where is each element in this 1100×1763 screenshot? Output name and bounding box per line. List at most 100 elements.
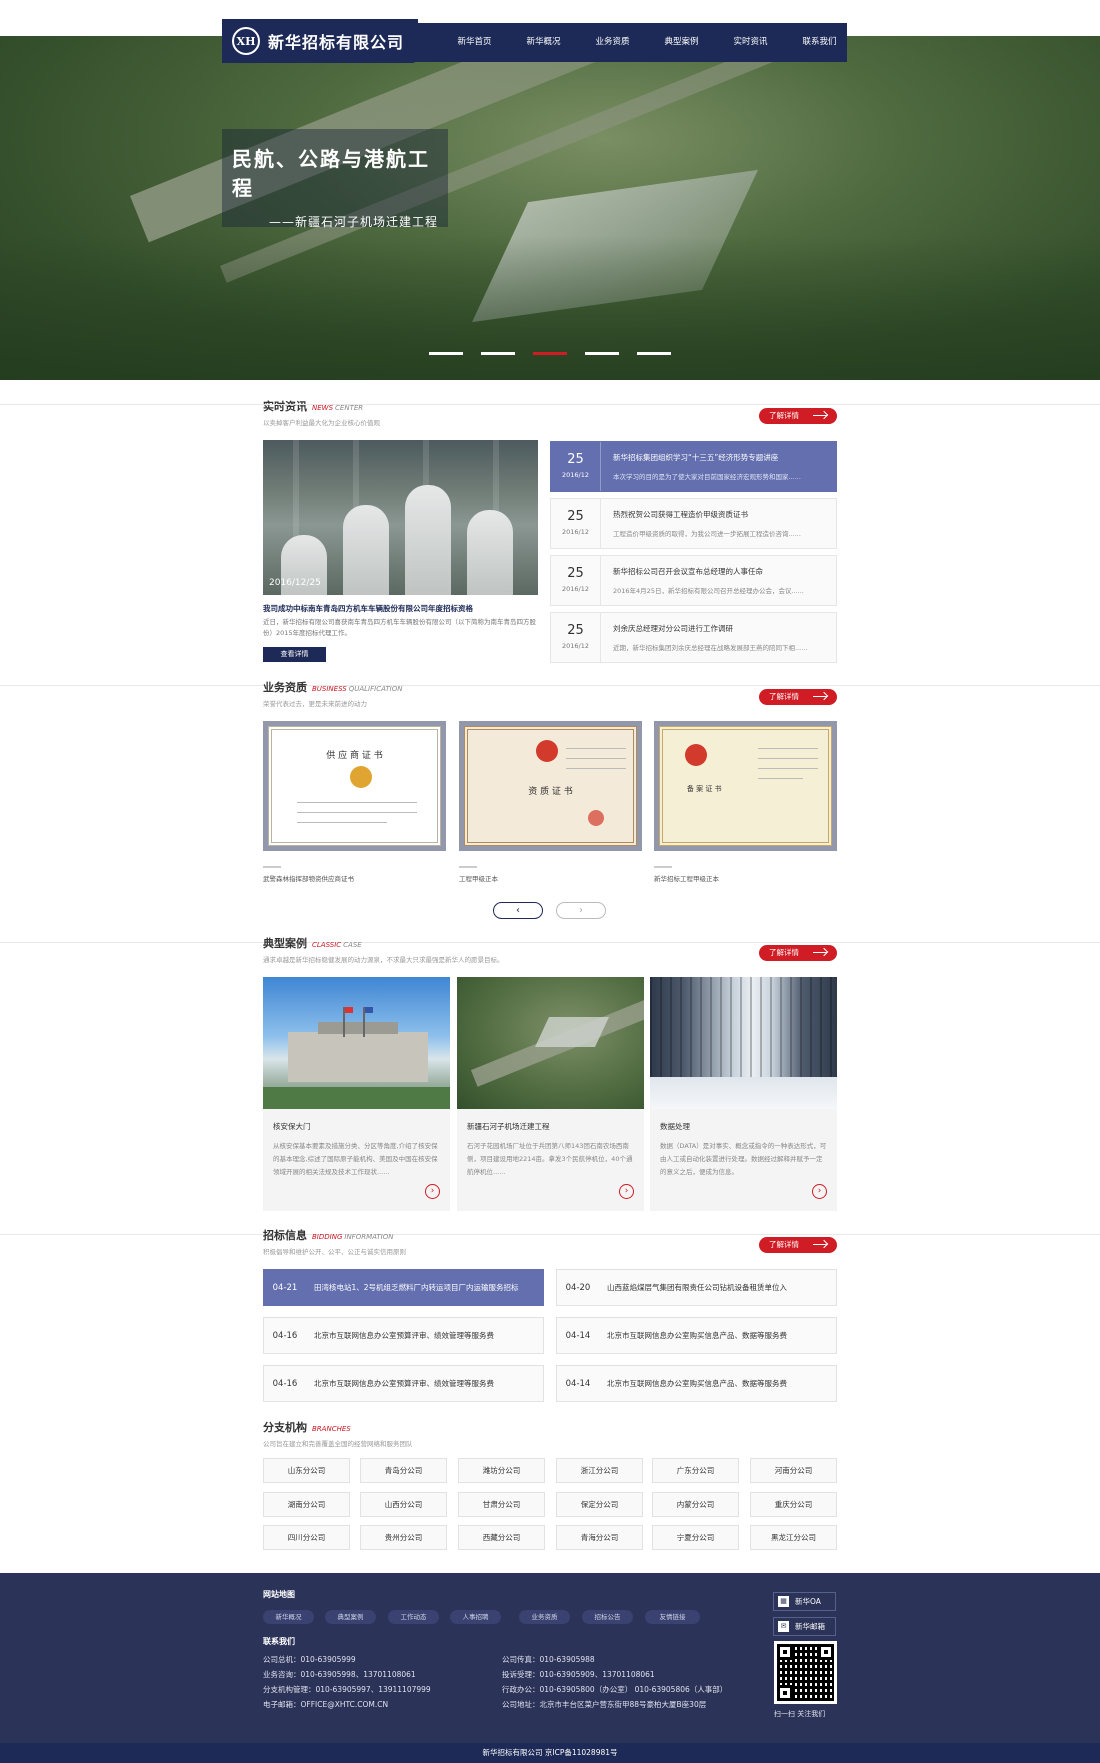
cert-caption: 新华招标工程甲级正本 (654, 875, 719, 883)
nav-news[interactable]: 实时资讯 (716, 23, 785, 62)
hero-caption: 民航、公路与港航工程 ——新疆石河子机场迁建工程 (222, 129, 448, 229)
nav-about[interactable]: 新华概况 (509, 23, 578, 62)
chevron-left-icon: ‹ (516, 905, 520, 916)
qual-more-button[interactable]: 了解详情 (759, 689, 837, 705)
slider-dot-2[interactable] (481, 352, 515, 355)
qual-section-head: 业务资质 BUSINESS QUALIFICATION 荣誉代表过去，更是未来前进的… (263, 679, 837, 708)
footer-link[interactable]: 招标公告 (582, 1610, 633, 1624)
nav-cases[interactable]: 典型案例 (647, 23, 716, 62)
cert-title: 备 案 证 书 (686, 785, 722, 793)
contact-address: 公司地址：北京市丰台区菜户营东街甲88号豪柏大厦B座30层 (502, 1700, 707, 1709)
cases-more-button[interactable]: 了解详情 (759, 945, 837, 961)
case-title: 新疆石河子机场迁建工程 (467, 1122, 550, 1131)
case-card[interactable]: 新疆石河子机场迁建工程 石河子花园机场厂址位于兵团第八师143团石南农场西南侧，… (457, 977, 644, 1211)
contact-line: 公司传真：010-63905988 (502, 1655, 595, 1664)
cert-card[interactable]: 备 案 证 书 (654, 721, 837, 851)
case-summary: 石河子花园机场厂址位于兵团第八师143团石南农场西南侧，项目建设用地2214亩。… (467, 1142, 633, 1176)
cert-caption: 武警森林指挥部物资供应商证书 (263, 875, 354, 883)
footer-link[interactable]: 人事招聘 (450, 1610, 501, 1624)
branch-item[interactable]: 四川分公司 (263, 1525, 350, 1550)
qr-caption: 扫一扫 关注我们 (774, 1710, 826, 1718)
logo[interactable]: XH 新华招标有限公司 (222, 19, 418, 63)
branch-item[interactable]: 贵州分公司 (360, 1525, 447, 1550)
windows-icon: ▦ (778, 1596, 789, 1607)
branch-item[interactable]: 湖南分公司 (263, 1492, 350, 1517)
branch-item[interactable]: 青海分公司 (556, 1525, 643, 1550)
arrow-right-icon[interactable]: › (812, 1184, 827, 1199)
bidding-item[interactable]: 04-16 北京市互联网信息办公室预算评审、绩效管理等服务费 (263, 1365, 544, 1402)
cert-next-button[interactable]: › (556, 902, 606, 919)
branch-item[interactable]: 浙江分公司 (556, 1458, 643, 1483)
cert-prev-button[interactable]: ‹ (493, 902, 543, 919)
footer-link[interactable]: 新华概况 (263, 1610, 314, 1624)
cert-card[interactable]: 资 质 证 书 (459, 721, 642, 851)
cert-underline (459, 866, 477, 868)
branch-item[interactable]: 甘肃分公司 (458, 1492, 545, 1517)
bidding-item[interactable]: 04-14 北京市互联网信息办公室购买信息产品、数据等服务费 (556, 1365, 837, 1402)
oa-button[interactable]: ▦ 新华OA (773, 1592, 836, 1611)
slider-dot-1[interactable] (429, 352, 463, 355)
bidding-item[interactable]: 04-21 田湾核电站1、2号机组乏燃料厂内转运项目厂内运输服务招标 (263, 1269, 544, 1306)
news-featured-date: 2016/12/25 (269, 578, 321, 588)
sitemap-title: 网站地图 (263, 1590, 295, 1599)
hero-title: 民航、公路与港航工程 (232, 147, 430, 200)
footer-link[interactable]: 典型案例 (325, 1610, 376, 1624)
news-item[interactable]: 25 2016/12 刘余庆总经理对分公司进行工作调研 近期，新华招标集团刘余庆总经… (550, 612, 837, 663)
news-item[interactable]: 25 2016/12 热烈祝贺公司获得工程造价甲级资质证书 工程造价甲级资质的取得，… (550, 498, 837, 549)
branch-item[interactable]: 广东分公司 (652, 1458, 739, 1483)
branch-item[interactable]: 山东分公司 (263, 1458, 350, 1483)
nav-contact[interactable]: 联系我们 (785, 23, 854, 62)
branch-item[interactable]: 重庆分公司 (750, 1492, 837, 1517)
branch-item[interactable]: 河南分公司 (750, 1458, 837, 1483)
bidding-item[interactable]: 04-14 北京市互联网信息办公室购买信息产品、数据等服务费 (556, 1317, 837, 1354)
branch-item[interactable]: 潍坊分公司 (458, 1458, 545, 1483)
case-summary: 数据（DATA）是对事实、概念或指令的一种表达形式，可由人工或自动化装置进行处理… (660, 1142, 827, 1176)
news-list: 25 2016/12 新华招标集团组织学习“十三五”经济形势专题讲座 本次学习的目的… (550, 441, 837, 669)
mail-button[interactable]: ✉ 新华邮箱 (773, 1617, 836, 1636)
news-detail-button[interactable]: 查看详情 (263, 647, 326, 662)
news-featured-caption[interactable]: 我司成功中标南车青岛四方机车车辆股份有限公司年度招标资格 (263, 603, 538, 614)
slider-dot-4[interactable] (585, 352, 619, 355)
logo-text: 新华招标有限公司 (268, 33, 405, 52)
nav-home[interactable]: 新华首页 (440, 23, 509, 62)
footer-link[interactable]: 工作动态 (388, 1610, 439, 1624)
slider-dot-3[interactable] (533, 352, 567, 355)
main-nav: 新华首页 新华概况 业务资质 典型案例 实时资讯 联系我们 (440, 23, 854, 62)
chevron-right-icon: › (579, 905, 583, 916)
case-image (263, 977, 450, 1109)
branch-item[interactable]: 青岛分公司 (360, 1458, 447, 1483)
contact-title: 联系我们 (263, 1637, 295, 1646)
contact-email[interactable]: 电子邮箱：OFFICE@XHTC.COM.CN (263, 1699, 388, 1710)
news-featured-image[interactable]: 2016/12/25 (263, 440, 538, 595)
case-card[interactable]: 核安保大门 从核安保基本要素及措施分类、分区等角度,介绍了核安保的基本理念,综述… (263, 977, 450, 1211)
branch-item[interactable]: 内蒙分公司 (652, 1492, 739, 1517)
footer-link[interactable]: 友情链接 (645, 1610, 700, 1624)
news-section-head: 实时资讯 NEWS CENTER 以卖掉客户利益最大化为企业核心价值观 了解详情 (263, 398, 837, 427)
branch-item[interactable]: 西藏分公司 (458, 1525, 545, 1550)
hero-subtitle: ——新疆石河子机场迁建工程 (268, 215, 438, 229)
branch-item[interactable]: 保定分公司 (556, 1492, 643, 1517)
footer-link[interactable]: 业务资质 (519, 1610, 570, 1624)
banner-forest (0, 236, 1100, 380)
case-card[interactable]: 数据处理 数据（DATA）是对事实、概念或指令的一种表达形式，可由人工或自动化装… (650, 977, 837, 1211)
nav-qualification[interactable]: 业务资质 (578, 23, 647, 62)
bidding-item[interactable]: 04-20 山西蓝焰煤层气集团有限责任公司钻机设备租赁单位入 (556, 1269, 837, 1306)
bidding-desc: 积极倡导和维护公开、公平、公正与诚实信用原则 (263, 1248, 406, 1256)
slider-dot-5[interactable] (637, 352, 671, 355)
cert-card[interactable]: 供 应 商 证 书 (263, 721, 446, 851)
contact-line: 分支机构管理：010-63905997、13911107999 (263, 1685, 431, 1694)
branch-item[interactable]: 宁夏分公司 (652, 1525, 739, 1550)
news-item[interactable]: 25 2016/12 新华招标公司召开会议宣布总经理的人事任命 2016年4月25日… (550, 555, 837, 606)
news-item[interactable]: 25 2016/12 新华招标集团组织学习“十三五”经济形势专题讲座 本次学习的目的… (550, 441, 837, 492)
arrow-right-icon[interactable]: › (619, 1184, 634, 1199)
bidding-item[interactable]: 04-16 北京市互联网信息办公室预算评审、绩效管理等服务费 (263, 1317, 544, 1354)
qr-code-icon (774, 1641, 837, 1704)
arrow-right-icon[interactable]: › (425, 1184, 440, 1199)
bidding-more-button[interactable]: 了解详情 (759, 1237, 837, 1253)
news-more-button[interactable]: 了解详情 (759, 408, 837, 424)
branch-item[interactable]: 黑龙江分公司 (750, 1525, 837, 1550)
branch-item[interactable]: 山西分公司 (360, 1492, 447, 1517)
slider-dots (429, 352, 671, 355)
news-divider (0, 404, 1100, 405)
case-image (650, 977, 837, 1109)
